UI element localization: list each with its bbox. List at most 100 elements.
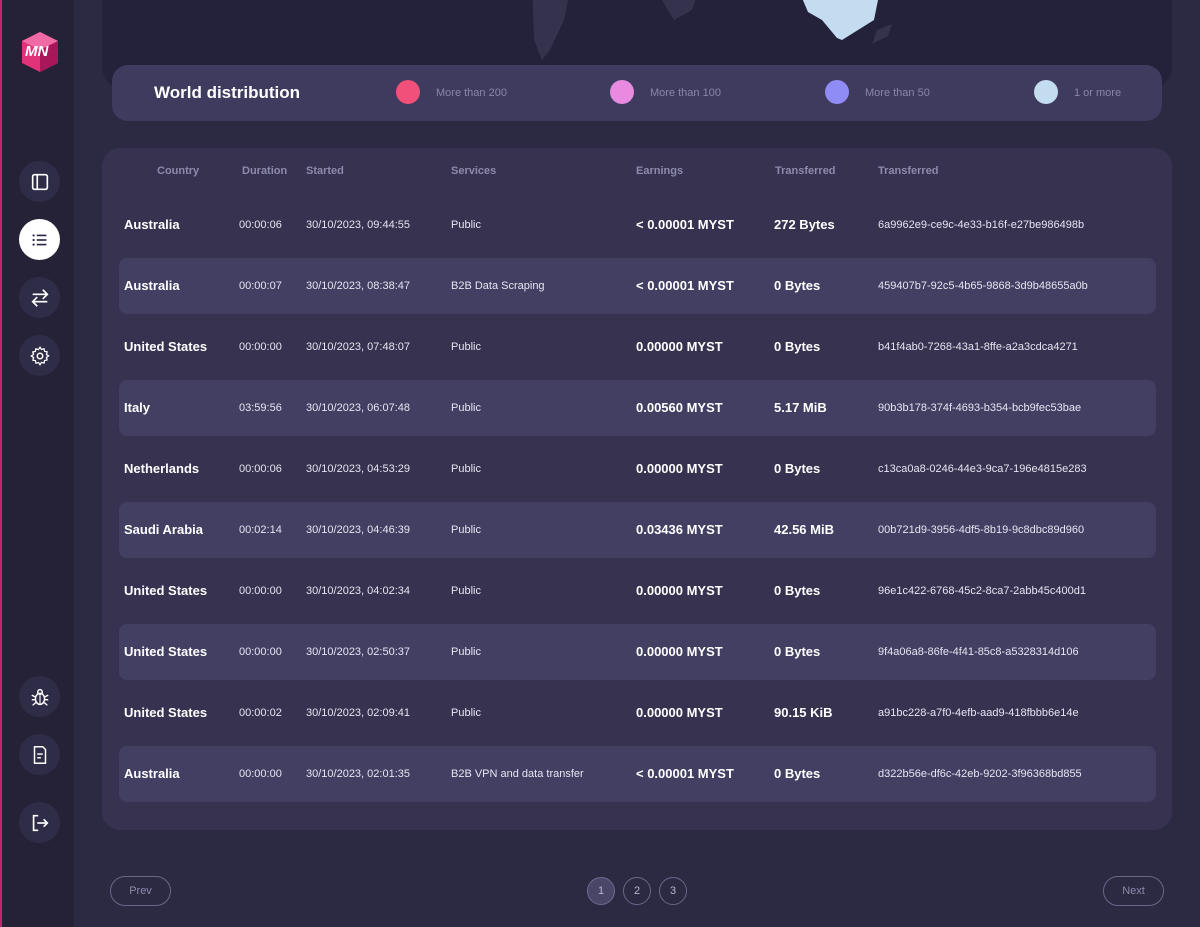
cell-earnings: 0.00000 MYST (636, 339, 723, 354)
cell-session-id: d322b56e-df6c-42eb-9202-3f96368bd855 (878, 768, 1082, 780)
cell-session-id: c13ca0a8-0246-44e3-9ca7-196e4815e283 (878, 463, 1087, 475)
header-earnings[interactable]: Earnings (636, 165, 683, 177)
legend-label: More than 200 (436, 87, 507, 99)
cell-earnings: 0.00560 MYST (636, 400, 723, 415)
prev-page-button[interactable]: Prev (110, 876, 171, 906)
cell-duration: 03:59:56 (239, 402, 282, 414)
cell-transferred: 42.56 MiB (774, 522, 834, 537)
cell-earnings: < 0.00001 MYST (636, 278, 734, 293)
bug-icon (30, 688, 49, 706)
cell-duration: 00:00:00 (239, 646, 282, 658)
cell-session-id: 90b3b178-374f-4693-b354-bcb9fec53bae (878, 402, 1082, 414)
cell-duration: 00:02:14 (239, 524, 282, 536)
cell-services: B2B Data Scraping (451, 280, 545, 292)
legend-color-dot (1034, 80, 1058, 104)
document-icon (33, 745, 46, 764)
sidebar: MN (0, 0, 74, 927)
header-duration[interactable]: Duration (242, 165, 287, 177)
cell-earnings: 0.00000 MYST (636, 461, 723, 476)
cell-duration: 00:00:00 (239, 341, 282, 353)
table-row[interactable]: Netherlands 00:00:06 30/10/2023, 04:53:29 P… (119, 441, 1156, 497)
svg-text:MN: MN (25, 43, 49, 60)
page-3-button[interactable]: 3 (659, 877, 687, 905)
cell-started: 30/10/2023, 02:09:41 (306, 707, 410, 719)
cell-session-id: a91bc228-a7f0-4efb-aad9-418fbbb6e14e (878, 707, 1079, 719)
cell-earnings: 0.00000 MYST (636, 644, 723, 659)
logout-icon (32, 814, 49, 831)
cell-started: 30/10/2023, 04:46:39 (306, 524, 410, 536)
cell-duration: 00:00:07 (239, 280, 282, 292)
header-transferred[interactable]: Transferred (775, 165, 836, 177)
cell-started: 30/10/2023, 07:48:07 (306, 341, 410, 353)
cell-duration: 00:00:02 (239, 707, 282, 719)
australia-region[interactable] (802, 0, 882, 40)
cell-session-id: 00b721d9-3956-4df5-8b19-9c8dbc89d960 (878, 524, 1085, 536)
table-row[interactable]: Australia 00:00:07 30/10/2023, 08:38:47 B2B… (119, 258, 1156, 314)
cell-session-id: 96e1c422-6768-45c2-8ca7-2abb45c400d1 (878, 585, 1086, 597)
legend-color-dot (610, 80, 634, 104)
cell-session-id: 9f4a06a8-86fe-4f41-85c8-a5328314d106 (878, 646, 1079, 658)
legend-color-dot (396, 80, 420, 104)
table-row[interactable]: Australia 00:00:00 30/10/2023, 02:01:35 B2B… (119, 746, 1156, 802)
legend-color-dot (825, 80, 849, 104)
cell-country: Netherlands (124, 461, 200, 476)
cell-transferred: 0 Bytes (774, 583, 821, 598)
report-bug-button[interactable] (19, 676, 60, 717)
legend-label: More than 100 (650, 87, 721, 99)
cell-services: Public (451, 524, 481, 536)
cell-started: 30/10/2023, 09:44:55 (306, 219, 410, 231)
cell-duration: 00:00:00 (239, 585, 282, 597)
list-icon (31, 233, 46, 246)
cell-services: Public (451, 402, 481, 414)
cell-country: Australia (124, 766, 180, 781)
cell-country: United States (124, 339, 208, 354)
header-session-id[interactable]: Transferred (878, 165, 939, 177)
nav-sessions-button[interactable] (19, 219, 60, 260)
table-row[interactable]: Australia 00:00:06 30/10/2023, 09:44:55 Pub… (119, 197, 1156, 253)
cell-transferred: 0 Bytes (774, 461, 821, 476)
docs-button[interactable] (19, 734, 60, 775)
cell-transferred: 0 Bytes (774, 339, 821, 354)
table-row[interactable]: United States 00:00:00 30/10/2023, 04:02:3… (119, 563, 1156, 619)
cell-session-id: 6a9962e9-ce9c-4e33-b16f-e27be986498b (878, 219, 1085, 231)
nav-transactions-button[interactable] (19, 277, 60, 318)
cell-session-id: b41f4ab0-7268-43a1-8ffe-a2a3cdca4271 (878, 341, 1078, 353)
cell-started: 30/10/2023, 02:01:35 (306, 768, 410, 780)
legend-label: 1 or more (1074, 87, 1122, 99)
nav-dashboard-button[interactable] (19, 161, 60, 202)
cell-session-id: 459407b7-92c5-4b65-9868-3d9b48655a0b (878, 280, 1088, 292)
next-page-button[interactable]: Next (1103, 876, 1164, 906)
table-row[interactable]: United States 00:00:02 30/10/2023, 02:09:4… (119, 685, 1156, 741)
cell-services: Public (451, 585, 481, 597)
nav-settings-button[interactable] (19, 335, 60, 376)
table-row[interactable]: United States 00:00:00 30/10/2023, 07:48:0… (119, 319, 1156, 375)
cell-country: United States (124, 583, 208, 598)
table-row[interactable]: Saudi Arabia 00:02:14 30/10/2023, 04:46:39… (119, 502, 1156, 558)
header-country[interactable]: Country (157, 165, 199, 177)
cell-services: Public (451, 707, 481, 719)
table-row[interactable]: Italy 03:59:56 30/10/2023, 06:07:48 Public 0… (119, 380, 1156, 436)
cell-transferred: 0 Bytes (774, 278, 821, 293)
cell-services: Public (451, 463, 481, 475)
cell-earnings: < 0.00001 MYST (636, 766, 734, 781)
cell-earnings: 0.00000 MYST (636, 583, 723, 598)
panel-layout-icon (31, 173, 48, 190)
page-1-button[interactable]: 1 (587, 877, 615, 905)
cell-duration: 00:00:00 (239, 768, 282, 780)
logout-button[interactable] (19, 802, 60, 843)
cell-transferred: 5.17 MiB (774, 400, 827, 415)
cell-transferred: 0 Bytes (774, 644, 821, 659)
cell-services: Public (451, 646, 481, 658)
transfer-arrows-icon (30, 288, 49, 307)
table-row[interactable]: United States 00:00:00 30/10/2023, 02:50:3… (119, 624, 1156, 680)
cell-services: Public (451, 341, 481, 353)
header-services[interactable]: Services (451, 165, 496, 177)
main-content: World distribution More than 200 More th… (74, 0, 1200, 927)
header-started[interactable]: Started (306, 165, 344, 177)
page-2-button[interactable]: 2 (623, 877, 651, 905)
app-logo[interactable]: MN (20, 30, 60, 74)
cell-services: B2B VPN and data transfer (451, 768, 584, 780)
gear-icon (29, 345, 50, 366)
legend-label: More than 50 (865, 87, 930, 99)
cell-transferred: 272 Bytes (774, 217, 835, 232)
